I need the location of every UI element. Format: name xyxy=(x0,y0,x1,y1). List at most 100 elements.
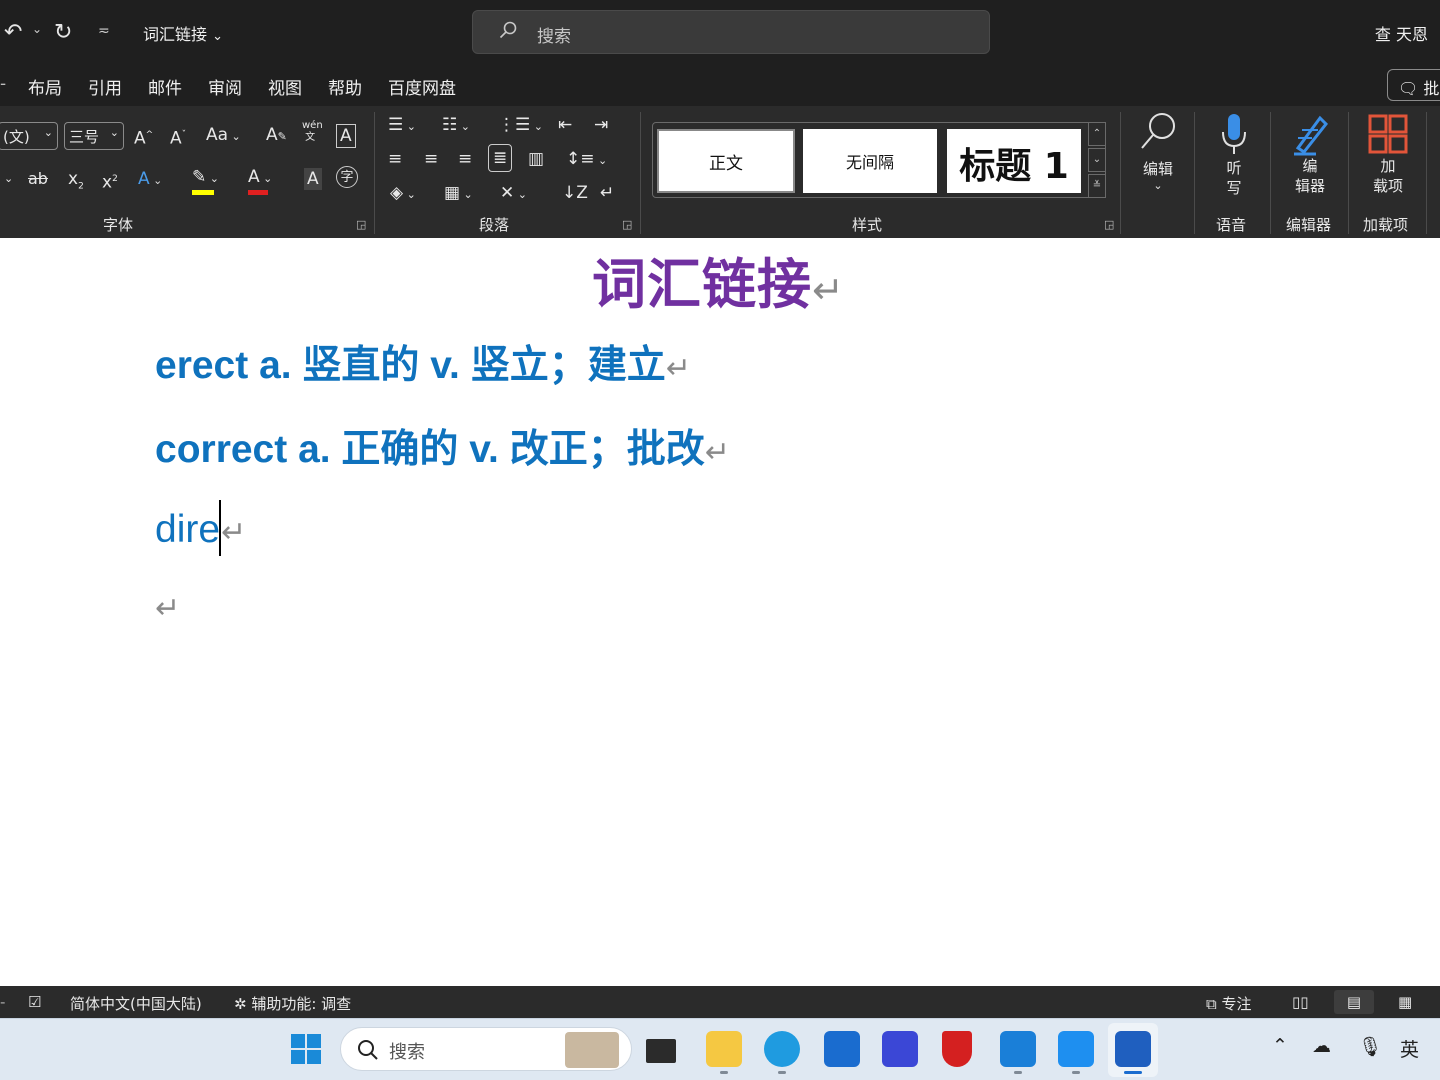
editor-button[interactable]: 编辑器 xyxy=(1286,110,1334,196)
justify-icon[interactable]: ≣ xyxy=(488,144,513,172)
title-search-box[interactable]: 搜索 xyxy=(472,10,990,54)
align-left-icon[interactable]: ≡ xyxy=(388,148,402,170)
styles-dialog-launcher-icon[interactable]: ◲ xyxy=(1104,218,1114,231)
tab-layout[interactable]: 布局 xyxy=(28,74,62,99)
vocab-line-2[interactable]: correct a. 正确的 v. 改正；批改↵ xyxy=(155,418,730,474)
styles-more-icon[interactable]: ≚ xyxy=(1088,174,1106,198)
clear-formatting-icon[interactable]: A✎ xyxy=(266,124,287,148)
redo-icon[interactable]: ↻ xyxy=(54,18,72,46)
accessibility-label: 辅助功能: 调查 xyxy=(251,995,352,1013)
file-explorer-icon[interactable] xyxy=(706,1031,742,1067)
microsoft-store-icon[interactable] xyxy=(824,1031,860,1067)
addins-button[interactable]: 加载项 xyxy=(1364,110,1412,196)
style-no-spacing[interactable]: 无间隔 xyxy=(803,129,937,193)
edge-browser-icon[interactable] xyxy=(764,1031,800,1067)
align-right-icon[interactable]: ≡ xyxy=(458,148,472,170)
comments-button[interactable]: 🗨 批注 xyxy=(1387,69,1440,101)
empty-paragraph[interactable]: ↵ xyxy=(155,584,180,628)
print-layout-icon[interactable]: ▤ xyxy=(1334,990,1374,1014)
numbering-icon[interactable]: ☷ ⌄ xyxy=(442,114,470,138)
grow-font-icon[interactable]: A^ xyxy=(134,124,153,150)
dictate-label-2: 写 xyxy=(1226,179,1242,197)
onedrive-cloud-icon[interactable]: ☁ xyxy=(1312,1035,1331,1057)
strikethrough-icon[interactable]: ab xyxy=(28,168,48,190)
line-spacing-icon[interactable]: ↕≡ ⌄ xyxy=(566,148,607,172)
running-indicator xyxy=(1014,1071,1022,1074)
focus-mode-button[interactable]: ⧉ 专注 xyxy=(1206,993,1252,1014)
accessibility-status[interactable]: ✲ 辅助功能: 调查 xyxy=(234,993,351,1014)
vocab-line-1[interactable]: erect a. 竖直的 v. 竖立；建立↵ xyxy=(155,334,691,390)
document-title[interactable]: 词汇链接 ⌄ xyxy=(143,21,223,45)
group-divider xyxy=(1426,112,1427,234)
multilevel-list-icon[interactable]: ⋮☰ ⌄ xyxy=(498,114,543,138)
web-layout-icon[interactable]: ▦ xyxy=(1398,993,1412,1011)
subscript-icon[interactable]: x2 xyxy=(68,168,84,197)
group-divider xyxy=(1120,112,1121,234)
user-account[interactable]: 查 天恩 xyxy=(1375,21,1428,45)
font-color-icon[interactable]: A ⌄ xyxy=(248,166,272,195)
font-name-dropdown[interactable]: (文) ⌄ xyxy=(0,122,58,150)
style-normal[interactable]: 正文 xyxy=(657,129,795,193)
shading-icon[interactable]: ◈ ⌄ xyxy=(390,182,416,206)
vocab-line-2-text: correct a. 正确的 v. 改正；批改 xyxy=(155,428,705,471)
ime-indicator[interactable]: 英 xyxy=(1400,1035,1419,1062)
highlight-color-icon[interactable]: ✎ ⌄ xyxy=(192,166,219,195)
styles-scroll-up-icon[interactable]: ⌃ xyxy=(1088,122,1106,146)
active-indicator xyxy=(1124,1071,1142,1074)
chinese-layout-icon[interactable]: ✕ ⌄ xyxy=(500,182,527,206)
character-shading-icon[interactable]: A xyxy=(304,168,322,190)
mcafee-icon[interactable] xyxy=(942,1031,972,1067)
word-taskbar-slot[interactable] xyxy=(1108,1023,1158,1077)
tab-references[interactable]: 引用 xyxy=(88,74,122,99)
align-center-icon[interactable]: ≡ xyxy=(424,148,438,170)
undo-icon[interactable]: ↶ xyxy=(4,18,22,46)
language-status[interactable]: 简体中文(中国大陆) xyxy=(70,993,202,1014)
change-case-icon[interactable]: Aa ⌄ xyxy=(206,124,241,148)
tab-view[interactable]: 视图 xyxy=(268,74,302,99)
character-border-icon[interactable]: A xyxy=(336,124,356,148)
undo-dropdown-icon[interactable]: ⌄ xyxy=(32,22,42,36)
meeting-app-icon[interactable] xyxy=(1058,1031,1094,1067)
distributed-icon[interactable]: ▥ xyxy=(528,148,544,170)
notes-app-icon[interactable] xyxy=(882,1031,918,1067)
underline-dropdown-icon[interactable]: ⌄ xyxy=(4,168,13,190)
font-size-dropdown[interactable]: 三号 ⌄ xyxy=(64,122,124,150)
document-page[interactable]: 词汇链接↵ erect a. 竖直的 v. 竖立；建立↵ correct a. … xyxy=(0,238,1440,986)
addins-label-1: 加 xyxy=(1380,157,1396,175)
phonetic-guide-icon[interactable]: wén 文 xyxy=(302,120,323,144)
superscript-icon[interactable]: x2 xyxy=(102,168,118,194)
borders-icon[interactable]: ▦ ⌄ xyxy=(444,182,473,206)
customize-toolbar-icon[interactable]: ≂ xyxy=(98,22,110,39)
edit-button[interactable]: 编辑 ⌄ xyxy=(1136,110,1180,192)
tab-review[interactable]: 审阅 xyxy=(208,74,242,99)
show-marks-icon[interactable]: ↵ xyxy=(600,182,614,204)
remote-app-icon[interactable] xyxy=(1000,1031,1036,1067)
taskbar-search-box[interactable]: 搜索 xyxy=(340,1027,632,1071)
vocab-line-3[interactable]: dire↵ xyxy=(155,500,246,556)
tab-help[interactable]: 帮助 xyxy=(328,74,362,99)
style-heading-1[interactable]: 标题 1 xyxy=(947,129,1081,193)
font-dialog-launcher-icon[interactable]: ◲ xyxy=(356,218,366,231)
sort-icon[interactable]: ↓Z xyxy=(562,182,588,204)
editor-label-2: 辑器 xyxy=(1294,177,1325,195)
tray-overflow-chevron-icon[interactable]: ⌃ xyxy=(1272,1035,1288,1057)
decrease-indent-icon[interactable]: ⇤ xyxy=(558,114,572,136)
microphone-tray-icon[interactable]: 🎙 xyxy=(1358,1035,1382,1058)
read-mode-icon[interactable]: ▯▯ xyxy=(1292,993,1309,1011)
enclose-characters-icon[interactable]: 字 xyxy=(336,166,358,188)
group-divider xyxy=(1194,112,1195,234)
bullets-icon[interactable]: ☰ ⌄ xyxy=(388,114,416,138)
tab-baidu-netdisk[interactable]: 百度网盘 xyxy=(388,74,456,99)
styles-scroll-down-icon[interactable]: ⌄ xyxy=(1088,148,1106,172)
task-view-icon[interactable] xyxy=(646,1039,676,1063)
increase-indent-icon[interactable]: ⇥ xyxy=(594,114,608,136)
addins-label-2: 载项 xyxy=(1372,177,1403,195)
proofing-icon[interactable]: ☑ xyxy=(28,993,41,1011)
text-effects-icon[interactable]: A ⌄ xyxy=(138,168,162,192)
windows-start-icon[interactable] xyxy=(290,1033,322,1065)
tab-mailings[interactable]: 邮件 xyxy=(148,74,182,99)
paragraph-dialog-launcher-icon[interactable]: ◲ xyxy=(622,218,632,231)
shrink-font-icon[interactable]: Aˇ xyxy=(170,124,186,150)
dictate-button[interactable]: 听写 xyxy=(1212,110,1256,198)
document-heading[interactable]: 词汇链接↵ xyxy=(592,240,845,319)
